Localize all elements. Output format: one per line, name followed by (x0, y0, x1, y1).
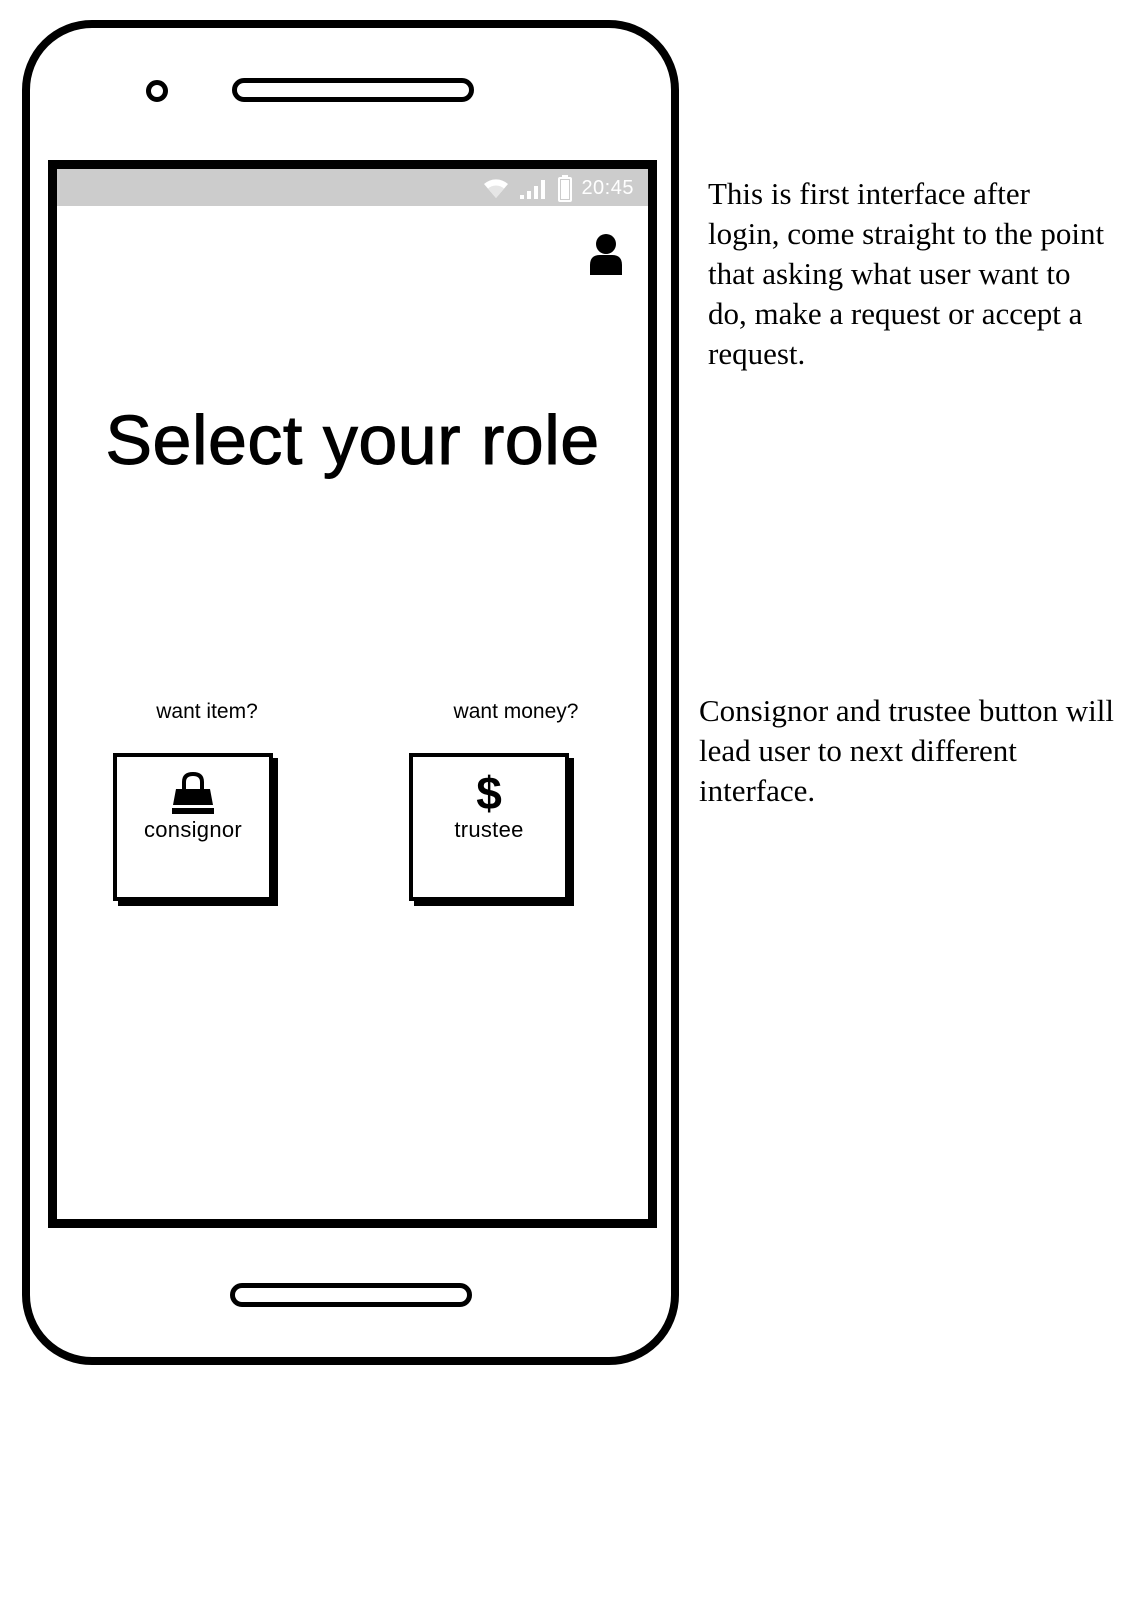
signal-icon (520, 180, 546, 199)
consignor-label: consignor (143, 817, 243, 842)
front-camera-icon (146, 80, 168, 102)
bottom-speaker (230, 1283, 472, 1307)
dollar-icon: $ (476, 767, 502, 819)
consignor-question: want item? (156, 700, 258, 723)
top-speaker (232, 78, 474, 102)
page-title: Select your role (105, 401, 600, 479)
trustee-option: want money? $ trustee (408, 699, 588, 901)
trustee-button[interactable]: $ trustee (409, 753, 569, 901)
phone-screen: 20:45 Select your role want item? consig… (48, 160, 657, 1228)
trustee-question: want money? (453, 700, 579, 723)
consignor-button[interactable]: consignor (113, 753, 273, 901)
shopping-bag-icon (169, 771, 217, 815)
annotation-role-buttons: Consignor and trustee button will lead u… (699, 693, 1115, 808)
consignor-option: want item? consignor (113, 699, 293, 901)
annotation-first-interface: This is first interface after login, com… (708, 176, 1105, 371)
status-bar: 20:45 (57, 169, 648, 206)
status-icons: 20:45 (481, 174, 634, 202)
battery-icon (558, 175, 573, 202)
user-icon[interactable] (588, 233, 624, 277)
wifi-icon (484, 179, 509, 198)
trustee-label: trustee (454, 817, 524, 842)
status-time: 20:45 (581, 176, 634, 199)
